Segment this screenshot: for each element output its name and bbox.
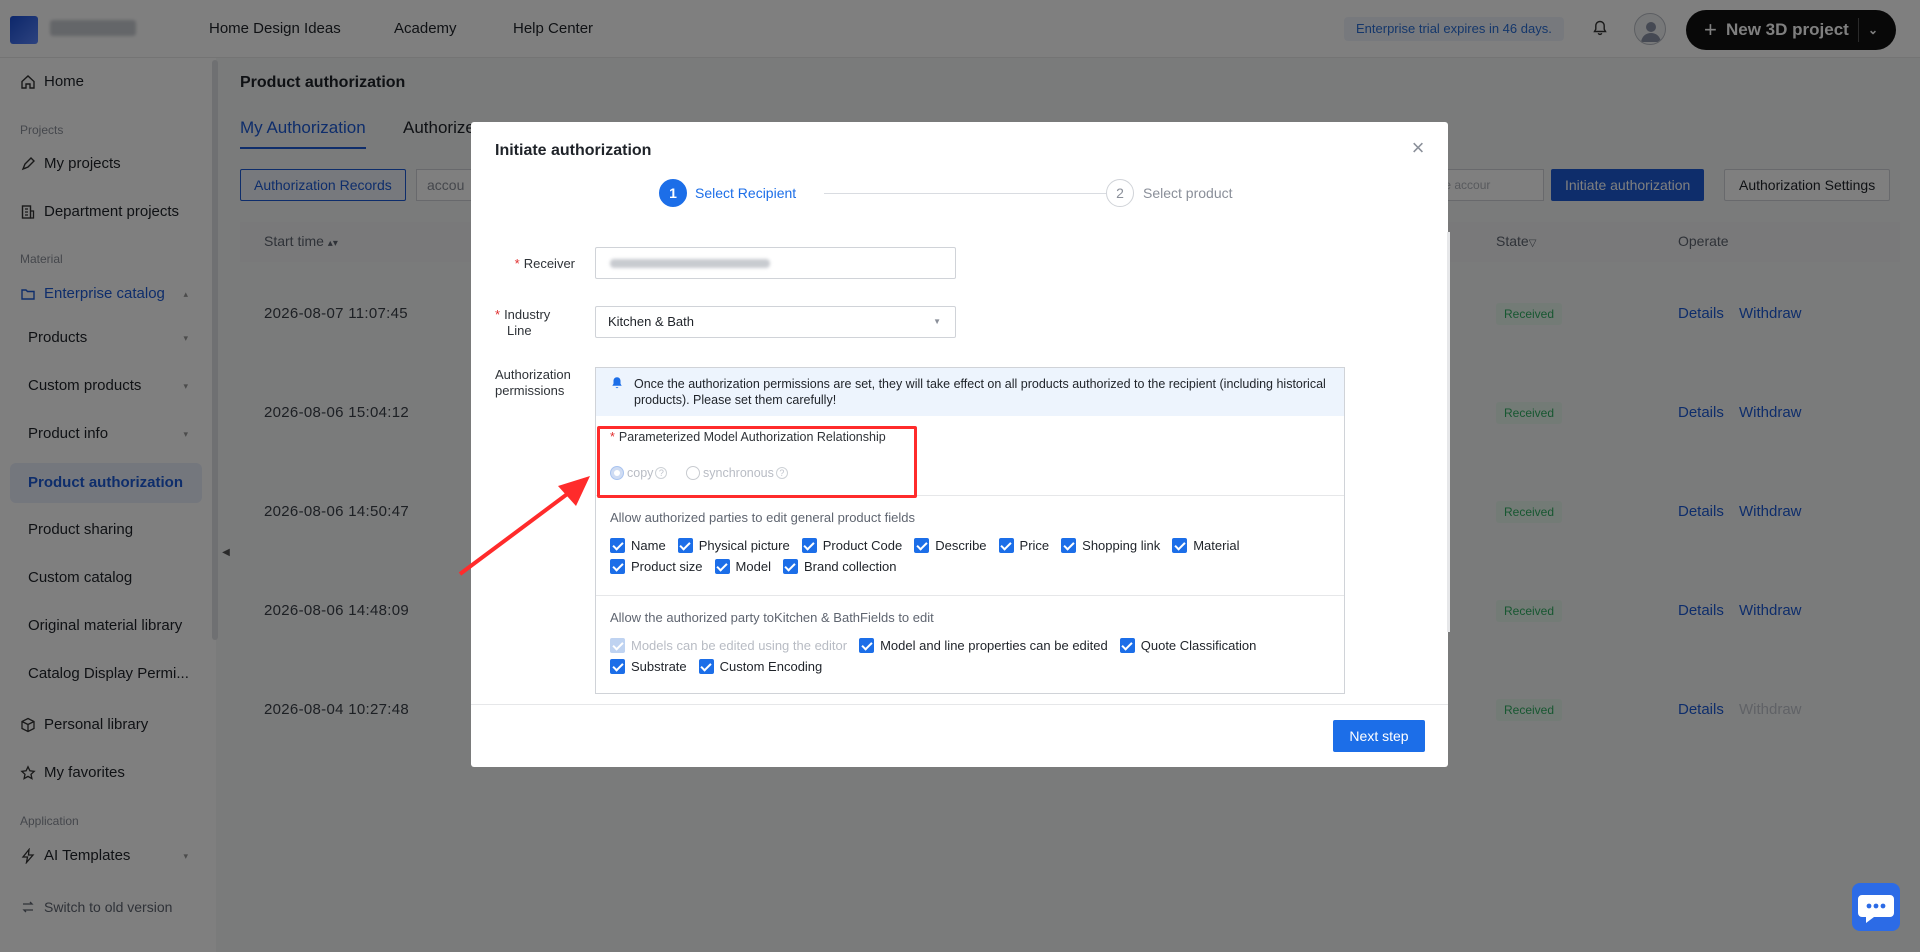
checkbox-label: Brand collection <box>803 559 897 574</box>
checkbox-checked[interactable] <box>610 559 625 574</box>
checkbox-label: Shopping link <box>1082 538 1161 553</box>
checkbox-checked[interactable] <box>1061 538 1077 553</box>
industry-line-value: Kitchen & Bath <box>608 314 694 329</box>
checkbox-checked[interactable] <box>698 659 714 674</box>
dialog-scrollbar[interactable] <box>1447 232 1450 632</box>
checkbox-describe[interactable]: Describe <box>914 538 987 553</box>
checkbox-model-line-properties[interactable]: Model and line properties can be edited <box>859 638 1108 653</box>
step-1-number: 1 <box>659 179 687 207</box>
checkbox-name[interactable]: Name <box>610 538 666 553</box>
checkbox-checked-disabled <box>610 638 625 653</box>
checkbox-brand-collection[interactable]: Brand collection <box>782 559 897 574</box>
checkbox-checked[interactable] <box>610 659 625 674</box>
annotation-arrow-icon <box>458 476 590 576</box>
checkbox-checked[interactable] <box>998 538 1014 553</box>
dialog-footer-divider <box>471 704 1448 705</box>
chat-icon <box>1858 895 1894 923</box>
chat-support-button[interactable] <box>1852 883 1900 931</box>
close-icon[interactable]: × <box>1406 136 1430 160</box>
permissions-label-text-2: permissions <box>495 383 565 398</box>
step-2-number: 2 <box>1106 179 1134 207</box>
checkbox-price[interactable]: Price <box>998 538 1050 553</box>
checkbox-material[interactable]: Material <box>1172 538 1239 553</box>
industry-fields-row-2: Substrate Custom Encoding <box>610 659 834 677</box>
checkbox-label: Custom Encoding <box>719 659 823 674</box>
checkbox-label: Material <box>1193 538 1240 553</box>
checkbox-models-editable-disabled: Models can be edited using the editor <box>610 638 847 653</box>
step-2-label: Select product <box>1143 185 1233 201</box>
checkbox-checked[interactable] <box>1172 538 1188 553</box>
checkbox-checked[interactable] <box>914 538 930 553</box>
industry-line-label: * Industry Line <box>495 307 551 338</box>
checkbox-custom-encoding[interactable]: Custom Encoding <box>698 659 823 674</box>
checkbox-label: Name <box>631 538 666 553</box>
highlight-box <box>597 426 917 498</box>
checkbox-product-code[interactable]: Product Code <box>801 538 903 553</box>
receiver-input[interactable] <box>595 247 956 279</box>
checkbox-physical-picture[interactable]: Physical picture <box>677 538 790 553</box>
checkbox-model[interactable]: Model <box>714 559 771 574</box>
receiver-label-text: Receiver <box>523 256 575 271</box>
checkbox-checked[interactable] <box>714 559 730 574</box>
checkbox-checked[interactable] <box>859 638 875 653</box>
permissions-notice: Once the authorization permissions are s… <box>596 368 1344 416</box>
permissions-label-text: Authorization <box>495 367 571 382</box>
industry-label-text-2: Line <box>507 323 532 338</box>
checkbox-shopping-link[interactable]: Shopping link <box>1061 538 1160 553</box>
receiver-value-blurred <box>610 259 770 268</box>
industry-line-select[interactable]: Kitchen & Bath ▼ <box>595 306 956 338</box>
authorization-permissions-label: Authorization permissions <box>495 367 571 399</box>
chevron-down-icon: ▼ <box>933 317 941 326</box>
checkbox-label: Physical picture <box>698 538 790 553</box>
checkbox-label: Model and line properties can be edited <box>880 638 1108 653</box>
step-connector <box>824 193 1106 194</box>
industry-label-text: Industry <box>504 307 551 322</box>
checkbox-label: Substrate <box>631 659 687 674</box>
checkbox-product-size[interactable]: Product size <box>610 559 703 574</box>
permissions-panel: Once the authorization permissions are s… <box>595 367 1345 694</box>
receiver-label: * Receiver <box>514 256 575 271</box>
bell-icon <box>612 377 622 389</box>
checkbox-label: Describe <box>935 538 987 553</box>
industry-fields-label: Allow the authorized party toKitchen & B… <box>610 610 934 625</box>
dialog-title: Initiate authorization <box>495 142 652 159</box>
general-fields-row-1: Name Physical picture Product Code Describe… <box>610 538 1251 556</box>
checkbox-label: Model <box>735 559 771 574</box>
checkbox-label: Quote Classification <box>1140 638 1257 653</box>
general-fields-section: Allow authorized parties to edit general… <box>596 496 1344 596</box>
notice-text: Once the authorization permissions are s… <box>634 377 1326 407</box>
checkbox-quote-classification[interactable]: Quote Classification <box>1119 638 1257 653</box>
step-1-label: Select Recipient <box>695 185 797 201</box>
checkbox-label: Product size <box>631 559 703 574</box>
checkbox-label: Price <box>1019 538 1050 553</box>
checkbox-checked[interactable] <box>801 538 817 553</box>
checkbox-substrate[interactable]: Substrate <box>610 659 687 674</box>
next-step-button[interactable]: Next step <box>1333 720 1425 752</box>
industry-fields-row-1: Models can be edited using the editor Mod… <box>610 638 1268 656</box>
checkbox-label: Models can be edited using the editor <box>631 638 848 653</box>
general-fields-row-2: Product size Model Brand collection <box>610 559 908 577</box>
checkbox-checked[interactable] <box>677 538 693 553</box>
checkbox-checked[interactable] <box>610 538 625 553</box>
industry-fields-section: Allow the authorized party toKitchen & B… <box>596 596 1344 693</box>
checkbox-label: Product Code <box>822 538 903 553</box>
general-fields-label: Allow authorized parties to edit general… <box>610 510 915 525</box>
checkbox-checked[interactable] <box>1119 638 1135 653</box>
checkbox-checked[interactable] <box>782 559 798 574</box>
